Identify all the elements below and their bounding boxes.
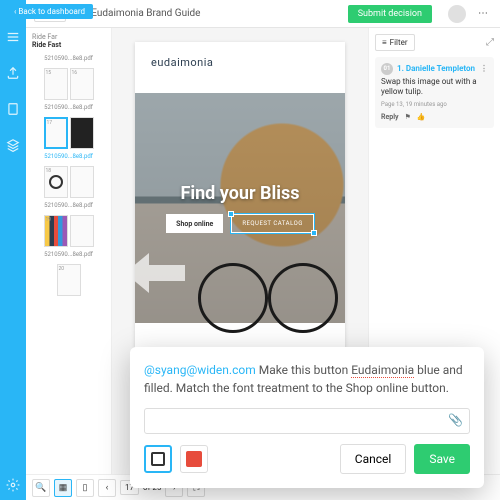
doc-title: Eudaimonia Brand Guide xyxy=(91,8,200,19)
expand-icon[interactable]: ⤢ xyxy=(486,37,494,48)
comment-author: 1. Danielle Templeton xyxy=(397,64,475,74)
save-button[interactable]: Save xyxy=(414,444,470,474)
files-icon[interactable] xyxy=(6,102,20,116)
single-page-button[interactable]: ▯ xyxy=(76,479,94,497)
like-icon[interactable]: 👍 xyxy=(417,113,426,122)
reply-link[interactable]: Reply xyxy=(381,113,399,122)
reply-input[interactable]: 📎 xyxy=(144,408,470,434)
comment-meta: Page 13, 19 minutes ago xyxy=(381,101,488,109)
back-label: Back to dashboard xyxy=(18,7,85,16)
flag-icon[interactable]: ⚑ xyxy=(405,113,411,122)
attachment-icon[interactable]: 📎 xyxy=(448,413,463,427)
thumb-page[interactable]: 20 xyxy=(57,264,81,296)
thumbnails-view-button[interactable]: ▦ xyxy=(54,479,72,497)
thumb-filename: 5210590...8e8.pdf xyxy=(30,104,107,111)
settings-icon[interactable] xyxy=(6,478,20,492)
hero-image: Find your Bliss Shop online REQUEST CATA… xyxy=(135,93,345,323)
upload-icon[interactable] xyxy=(6,66,20,80)
comment-card[interactable]: 01 1. Danielle Templeton ⋮ Swap this ima… xyxy=(375,57,494,128)
thumb-filename: 5210590...8e8.pdf xyxy=(30,251,107,258)
mention[interactable]: @syang@widen.com xyxy=(144,363,256,377)
left-rail xyxy=(0,0,26,500)
thumb-page-selected[interactable]: 17 xyxy=(44,117,68,149)
filter-icon: ≡ xyxy=(382,38,387,47)
thumb-hero: Ride Far Ride Fast xyxy=(30,32,107,51)
search-button[interactable]: 🔍 xyxy=(32,479,50,497)
thumb-page[interactable] xyxy=(70,117,94,149)
annotation-text[interactable]: @syang@widen.com Make this button Eudaim… xyxy=(144,361,470,398)
swatch-outline[interactable] xyxy=(144,445,172,473)
swatch-fill-red[interactable] xyxy=(180,445,208,473)
annotation-popup: @syang@widen.com Make this button Eudaim… xyxy=(130,347,484,488)
menu-icon[interactable] xyxy=(6,30,20,44)
thumbnail-panel: Ride Far Ride Fast 5210590...8e8.pdf 15 … xyxy=(26,28,112,474)
thumb-page[interactable]: 19 xyxy=(44,215,68,247)
thumb-page[interactable]: 15 xyxy=(44,68,68,100)
arrow-graphic xyxy=(135,253,185,293)
more-icon[interactable]: ⋯ xyxy=(474,8,492,19)
layers-icon[interactable] xyxy=(6,138,20,152)
comment-number-badge: 01 xyxy=(381,63,393,75)
thumb-page[interactable] xyxy=(70,215,94,247)
brand-logo-text: eudaimonia xyxy=(151,56,329,69)
request-catalog-button[interactable]: REQUEST CATALOG xyxy=(231,214,314,233)
page-preview: eudaimonia Find your Bliss Shop online R… xyxy=(135,42,345,352)
filter-button[interactable]: ≡ Filter xyxy=(375,34,415,51)
cancel-button[interactable]: Cancel xyxy=(340,444,407,474)
prev-page-button[interactable]: ‹ xyxy=(98,479,116,497)
chevron-left-icon: ‹ xyxy=(14,7,16,16)
thumb-filename: 5210590...8e8.pdf xyxy=(30,202,107,209)
topbar: V1 ▾ ☆ Eudaimonia Brand Guide Submit dec… xyxy=(26,0,500,28)
thumb-page[interactable]: 18 xyxy=(44,166,68,198)
comment-body: Swap this image out with a yellow tulip. xyxy=(381,77,488,98)
thumb-page[interactable]: 16 xyxy=(70,68,94,100)
comment-more-icon[interactable]: ⋮ xyxy=(480,64,488,74)
back-to-dashboard-button[interactable]: ‹ Back to dashboard xyxy=(6,4,93,19)
thumb-filename: 5210590...8e8.pdf xyxy=(30,55,107,62)
thumb-filename: 5210590...8e8.pdf xyxy=(30,153,107,160)
submit-decision-button[interactable]: Submit decision xyxy=(348,5,432,23)
selection-box[interactable] xyxy=(230,213,315,234)
thumb-page[interactable] xyxy=(70,166,94,198)
hero-headline: Find your Bliss xyxy=(180,183,299,204)
avatar[interactable] xyxy=(448,5,466,23)
